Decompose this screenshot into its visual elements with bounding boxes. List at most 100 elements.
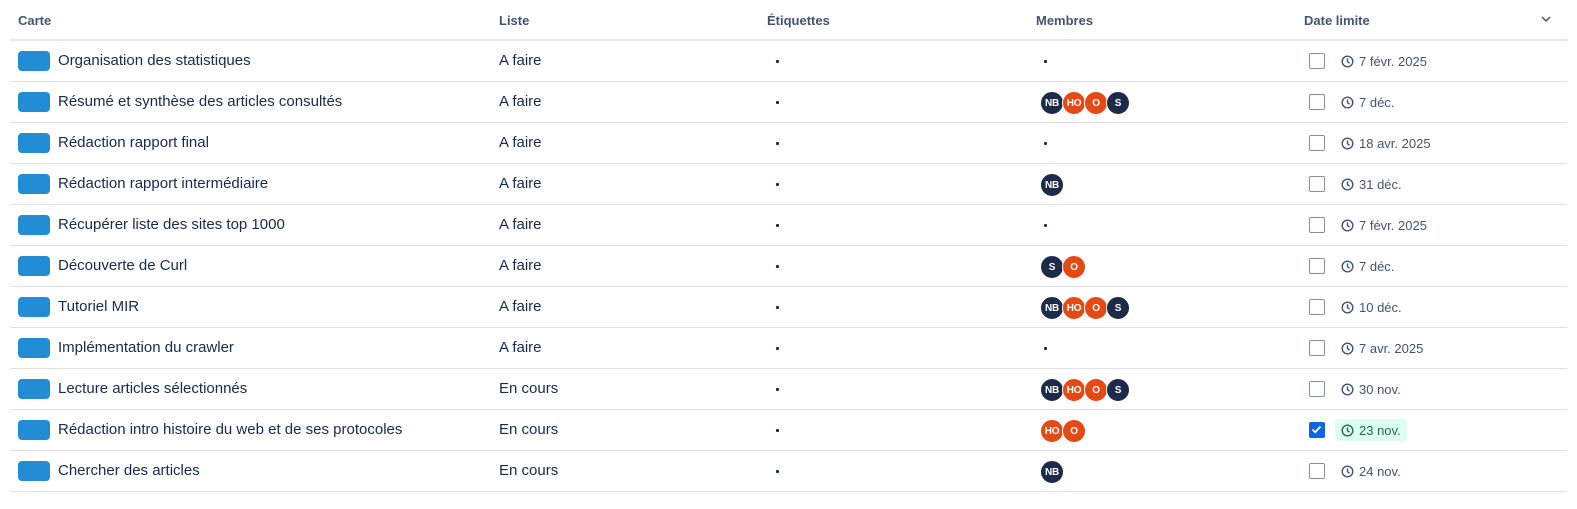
due-date-badge[interactable]: 10 déc. — [1335, 296, 1408, 318]
clock-icon — [1341, 177, 1354, 191]
member-avatars: NB HO O S — [1040, 378, 1130, 402]
card-cover[interactable] — [18, 133, 50, 153]
due-date-badge[interactable]: 7 févr. 2025 — [1335, 50, 1433, 72]
list-name: En cours — [499, 462, 559, 479]
table-row[interactable]: Résumé et synthèse des articles consulté… — [10, 82, 1567, 123]
due-date-badge[interactable]: 18 avr. 2025 — [1335, 132, 1437, 154]
due-date-badge[interactable]: 7 avr. 2025 — [1335, 337, 1429, 359]
card-title[interactable]: Rédaction intro histoire du web et de se… — [58, 421, 402, 438]
column-header-list[interactable]: Liste — [499, 13, 529, 28]
avatar[interactable]: O — [1084, 91, 1108, 115]
no-labels-dot — [776, 470, 779, 473]
due-complete-checkbox[interactable] — [1309, 299, 1325, 315]
list-name: A faire — [499, 339, 542, 356]
card-title[interactable]: Rédaction rapport intermédiaire — [58, 175, 268, 192]
avatar[interactable]: NB — [1040, 378, 1064, 402]
due-complete-checkbox[interactable] — [1309, 135, 1325, 151]
due-date-badge[interactable]: 24 nov. — [1335, 460, 1407, 482]
due-complete-checkbox[interactable] — [1309, 422, 1325, 438]
card-title[interactable]: Chercher des articles — [58, 462, 200, 479]
card-cover[interactable] — [18, 215, 50, 235]
column-header-labels[interactable]: Étiquettes — [767, 13, 830, 28]
due-complete-checkbox[interactable] — [1309, 94, 1325, 110]
card-title[interactable]: Récupérer liste des sites top 1000 — [58, 216, 285, 233]
due-complete-checkbox[interactable] — [1309, 217, 1325, 233]
card-title[interactable]: Lecture articles sélectionnés — [58, 380, 247, 397]
due-date-text: 7 déc. — [1359, 258, 1395, 274]
no-members-dot — [1044, 224, 1047, 227]
due-complete-checkbox[interactable] — [1309, 463, 1325, 479]
card-cover[interactable] — [18, 461, 50, 481]
card-cover[interactable] — [18, 174, 50, 194]
avatar[interactable]: HO — [1040, 419, 1064, 443]
due-date-badge[interactable]: 7 févr. 2025 — [1335, 214, 1433, 236]
due-date-text: 7 avr. 2025 — [1359, 340, 1424, 356]
avatar[interactable]: NB — [1040, 173, 1064, 197]
table-row[interactable]: Chercher des articles En cours NB 24 nov… — [10, 451, 1567, 492]
due-date-text: 10 déc. — [1359, 299, 1402, 315]
avatar[interactable]: NB — [1040, 91, 1064, 115]
no-members-dot — [1044, 60, 1047, 63]
table-row[interactable]: Rédaction rapport final A faire 18 avr. … — [10, 123, 1567, 164]
card-cover[interactable] — [18, 92, 50, 112]
table-row[interactable]: Lecture articles sélectionnés En cours N… — [10, 369, 1567, 410]
due-complete-checkbox[interactable] — [1309, 340, 1325, 356]
card-title[interactable]: Organisation des statistiques — [58, 52, 251, 69]
column-header-due-date[interactable]: Date limite — [1304, 13, 1370, 28]
avatar[interactable]: HO — [1062, 91, 1086, 115]
avatar[interactable]: O — [1062, 255, 1086, 279]
card-cover[interactable] — [18, 297, 50, 317]
due-date-badge[interactable]: 30 nov. — [1335, 378, 1407, 400]
column-header-card[interactable]: Carte — [18, 13, 51, 28]
column-header-members[interactable]: Membres — [1036, 13, 1093, 28]
avatar[interactable]: HO — [1062, 378, 1086, 402]
avatar[interactable]: HO — [1062, 296, 1086, 320]
avatar[interactable]: NB — [1040, 296, 1064, 320]
member-avatars: NB HO O S — [1040, 91, 1130, 115]
due-date-badge[interactable]: 7 déc. — [1335, 91, 1400, 113]
table-row[interactable]: Implémentation du crawler A faire 7 avr.… — [10, 328, 1567, 369]
due-date-text: 24 nov. — [1359, 463, 1401, 479]
card-cover[interactable] — [18, 338, 50, 358]
due-complete-checkbox[interactable] — [1309, 381, 1325, 397]
list-name: A faire — [499, 257, 542, 274]
avatar[interactable]: S — [1106, 91, 1130, 115]
due-date-badge[interactable]: 31 déc. — [1335, 173, 1408, 195]
card-cover[interactable] — [18, 51, 50, 71]
table-row[interactable]: Récupérer liste des sites top 1000 A fai… — [10, 205, 1567, 246]
table-row[interactable]: Rédaction intro histoire du web et de se… — [10, 410, 1567, 451]
list-name: A faire — [499, 52, 542, 69]
card-cover[interactable] — [18, 256, 50, 276]
avatar[interactable]: S — [1040, 255, 1064, 279]
no-labels-dot — [776, 183, 779, 186]
avatar[interactable]: O — [1062, 419, 1086, 443]
due-date-text: 31 déc. — [1359, 176, 1402, 192]
due-date-text: 7 févr. 2025 — [1359, 217, 1427, 233]
no-labels-dot — [776, 101, 779, 104]
avatar[interactable]: O — [1084, 296, 1108, 320]
due-complete-checkbox[interactable] — [1309, 53, 1325, 69]
due-complete-checkbox[interactable] — [1309, 258, 1325, 274]
due-date-badge[interactable]: 23 nov. — [1335, 419, 1407, 441]
chevron-down-icon[interactable] — [1539, 12, 1553, 26]
due-date-badge[interactable]: 7 déc. — [1335, 255, 1400, 277]
due-date-text: 30 nov. — [1359, 381, 1401, 397]
card-title[interactable]: Implémentation du crawler — [58, 339, 234, 356]
no-labels-dot — [776, 60, 779, 63]
table-row[interactable]: Organisation des statistiques A faire 7 … — [10, 41, 1567, 82]
card-title[interactable]: Rédaction rapport final — [58, 134, 209, 151]
card-title[interactable]: Découverte de Curl — [58, 257, 187, 274]
card-title[interactable]: Tutoriel MIR — [58, 298, 139, 315]
table-row[interactable]: Rédaction rapport intermédiaire A faire … — [10, 164, 1567, 205]
table-row[interactable]: Tutoriel MIR A faire NB HO O S 10 déc. — [10, 287, 1567, 328]
card-cover[interactable] — [18, 379, 50, 399]
avatar[interactable]: S — [1106, 378, 1130, 402]
list-name: En cours — [499, 421, 559, 438]
avatar[interactable]: NB — [1040, 460, 1064, 484]
table-row[interactable]: Découverte de Curl A faire SO 7 déc. — [10, 246, 1567, 287]
avatar[interactable]: S — [1106, 296, 1130, 320]
card-title[interactable]: Résumé et synthèse des articles consulté… — [58, 93, 342, 110]
due-complete-checkbox[interactable] — [1309, 176, 1325, 192]
avatar[interactable]: O — [1084, 378, 1108, 402]
card-cover[interactable] — [18, 420, 50, 440]
